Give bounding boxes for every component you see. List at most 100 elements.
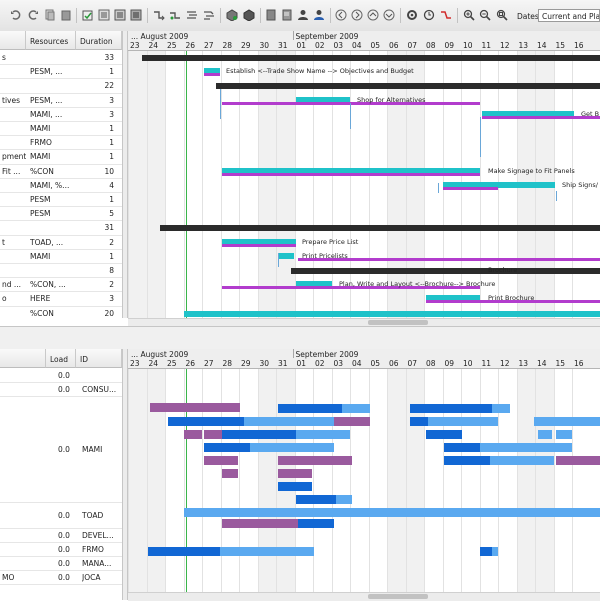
load-bar[interactable] <box>480 547 492 556</box>
summary-bar[interactable] <box>291 268 600 274</box>
load-bar[interactable] <box>296 469 312 478</box>
task-row[interactable]: PESM 1 <box>0 193 122 208</box>
load-bar[interactable] <box>278 456 296 465</box>
load-bar[interactable] <box>220 547 314 556</box>
notes2-icon[interactable] <box>281 9 293 21</box>
resource-row[interactable]: 0.0 MANA... <box>0 557 122 571</box>
move-up-icon[interactable] <box>186 9 198 21</box>
load-bar[interactable] <box>168 417 244 426</box>
load-bar[interactable] <box>278 404 342 413</box>
load-header[interactable]: Load <box>46 349 76 368</box>
task-row[interactable]: PESM, ... 1 <box>0 65 122 80</box>
baseline-bar[interactable] <box>204 73 220 77</box>
summary-bar[interactable] <box>142 55 600 61</box>
task-row[interactable]: %CON 20 <box>0 307 122 318</box>
load-bar[interactable] <box>278 482 296 491</box>
resource-row[interactable]: 0.0 <box>0 369 122 383</box>
load-bar[interactable] <box>534 417 600 426</box>
task-row[interactable]: s 33 <box>0 51 122 66</box>
summary-bar[interactable] <box>216 83 600 90</box>
task-row[interactable]: MAMI 1 <box>0 250 122 264</box>
load-bar[interactable] <box>556 456 600 465</box>
resource-row[interactable]: 0.0 CONSU... <box>0 383 122 397</box>
load-bar[interactable] <box>204 443 250 452</box>
resource-row[interactable]: 0.0 TOAD <box>0 503 122 529</box>
new-task-icon[interactable] <box>82 9 94 21</box>
resource-name-header[interactable] <box>0 349 46 368</box>
zoom-out-icon[interactable] <box>479 9 491 21</box>
load-bar[interactable] <box>222 456 238 465</box>
duration-header[interactable]: Duration <box>76 31 122 50</box>
load-bar[interactable] <box>298 519 334 528</box>
load-bar[interactable] <box>204 456 222 465</box>
load-bar[interactable] <box>480 443 572 452</box>
split-icon[interactable] <box>169 9 181 21</box>
load-bar[interactable] <box>150 403 240 412</box>
zoom-fit-icon[interactable] <box>496 9 508 21</box>
critical-path-icon[interactable] <box>440 9 452 21</box>
person-icon[interactable] <box>297 9 309 21</box>
load-bar[interactable] <box>250 443 334 452</box>
load-bar[interactable] <box>426 430 462 439</box>
unlink-icon[interactable] <box>153 9 165 21</box>
gantt-scrollbar[interactable] <box>128 318 600 326</box>
load-bar[interactable] <box>492 404 510 413</box>
task-row[interactable]: 8 <box>0 264 122 279</box>
load-bar[interactable] <box>334 417 370 426</box>
load-bar[interactable] <box>444 443 480 452</box>
task-row[interactable]: nd ... %CON, ... 2 <box>0 278 122 293</box>
indent-icon[interactable] <box>98 9 110 21</box>
load-bar[interactable] <box>538 430 552 439</box>
zoom-in-icon[interactable] <box>463 9 475 21</box>
cut-icon[interactable] <box>44 9 56 21</box>
nav-down-icon[interactable] <box>383 9 395 21</box>
link-tasks-icon[interactable] <box>130 9 142 21</box>
nav-right-icon[interactable] <box>351 9 363 21</box>
load-bar[interactable] <box>336 495 352 504</box>
load-bar[interactable] <box>492 547 498 556</box>
load-bar[interactable] <box>148 547 220 556</box>
task-row[interactable]: o HERE 3 <box>0 292 122 307</box>
nav-left-icon[interactable] <box>335 9 347 21</box>
load-bar[interactable] <box>184 430 202 439</box>
load-bar[interactable] <box>222 430 296 439</box>
outdent-icon[interactable] <box>114 9 126 21</box>
move-down-icon[interactable] <box>203 9 215 21</box>
load-bar[interactable] <box>490 456 554 465</box>
load-bar[interactable] <box>222 519 298 528</box>
task-row[interactable]: FRMO 1 <box>0 136 122 151</box>
task-row[interactable]: 31 <box>0 221 122 236</box>
resources-icon[interactable] <box>226 9 238 21</box>
load-bar[interactable] <box>184 508 600 517</box>
load-bar[interactable] <box>204 430 222 439</box>
task-bar[interactable] <box>184 310 600 317</box>
baseline-bar[interactable] <box>222 243 296 247</box>
load-bar[interactable] <box>410 417 428 426</box>
load-bar[interactable] <box>296 495 336 504</box>
task-row[interactable]: MAMI 1 <box>0 122 122 137</box>
task-row[interactable]: t TOAD, ... 2 <box>0 236 122 250</box>
resource-row[interactable]: MO 0.0 JOCA <box>0 571 122 585</box>
load-bar[interactable] <box>244 417 334 426</box>
task-row[interactable]: MAMI, %... 4 <box>0 179 122 193</box>
id-header[interactable]: ID <box>76 349 122 368</box>
paste-icon[interactable] <box>60 9 72 21</box>
view-splitter[interactable] <box>0 326 600 350</box>
task-row[interactable]: MAMI, ... 3 <box>0 108 122 122</box>
load-bar[interactable] <box>428 417 498 426</box>
resource-row[interactable]: 0.0 DEVEL... <box>0 529 122 543</box>
baseline-bar[interactable] <box>222 101 480 105</box>
settings-icon[interactable] <box>406 9 418 21</box>
task-row[interactable]: 22 <box>0 79 122 94</box>
load-bar[interactable] <box>342 404 370 413</box>
nav-up-icon[interactable] <box>367 9 379 21</box>
assign-icon[interactable] <box>243 9 255 21</box>
load-bar[interactable] <box>222 469 238 478</box>
load-bar[interactable] <box>410 404 492 413</box>
task-name-header[interactable] <box>0 31 26 50</box>
task-bar[interactable] <box>278 252 294 259</box>
load-bar[interactable] <box>278 469 296 478</box>
summary-bar[interactable] <box>160 225 600 232</box>
resources-header[interactable]: Resources <box>26 31 76 50</box>
task-row[interactable]: Fit ... %CON 10 <box>0 165 122 179</box>
